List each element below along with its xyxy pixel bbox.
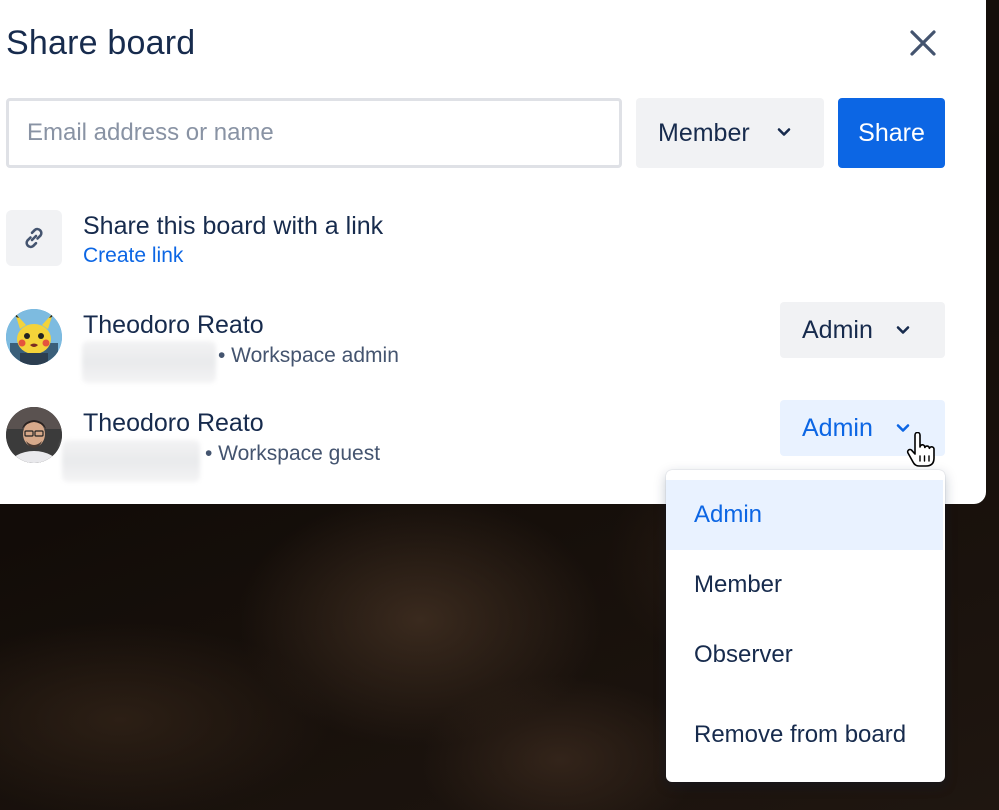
close-icon	[910, 30, 936, 56]
invite-role-label: Member	[658, 118, 750, 147]
menu-item-member[interactable]: Member	[666, 550, 945, 620]
member-name: Theodoro Reato	[83, 409, 264, 437]
link-icon	[25, 227, 43, 249]
link-icon-tile	[6, 210, 62, 266]
menu-item-observer[interactable]: Observer	[666, 620, 945, 690]
create-link[interactable]: Create link	[83, 244, 183, 268]
dialog-title: Share board	[6, 24, 196, 62]
menu-item-remove-from-board[interactable]: Remove from board	[666, 700, 945, 770]
member-role-label: Admin	[802, 413, 873, 442]
share-link-title: Share this board with a link	[83, 212, 384, 240]
role-dropdown-menu: Admin Member Observer Remove from board	[666, 470, 945, 782]
pikachu-avatar	[6, 309, 62, 365]
menu-item-admin[interactable]: Admin	[666, 480, 943, 550]
chevron-down-icon	[896, 326, 910, 334]
member-name: Theodoro Reato	[83, 311, 264, 339]
member-meta: • Workspace guest	[205, 442, 381, 465]
invite-role-dropdown[interactable]: Member	[636, 98, 824, 168]
chevron-down-icon	[777, 128, 791, 136]
share-board-dialog: Share board Member Share Share this boar…	[0, 0, 986, 504]
member-role-label: Admin	[802, 315, 873, 344]
redacted-username	[82, 341, 216, 383]
email-input[interactable]	[6, 98, 622, 168]
hand-cursor-icon	[906, 432, 935, 467]
member-role-dropdown[interactable]: Admin	[780, 302, 945, 358]
share-button[interactable]: Share	[838, 98, 945, 168]
photo-avatar	[6, 407, 62, 463]
close-button[interactable]	[900, 22, 946, 64]
redacted-username	[62, 440, 200, 482]
member-meta: • Workspace admin	[218, 344, 399, 367]
